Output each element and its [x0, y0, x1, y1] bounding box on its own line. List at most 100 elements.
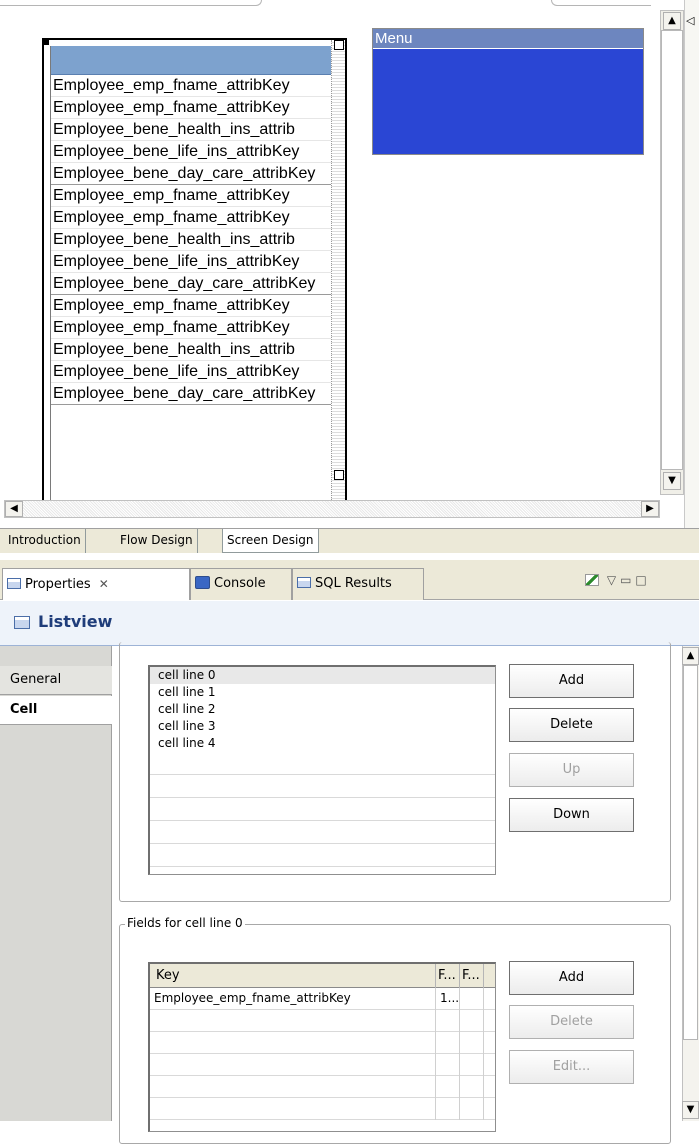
table-cell	[436, 1054, 460, 1076]
menu-widget[interactable]: Menu	[372, 28, 644, 155]
scroll-down-icon[interactable]: ▼	[682, 1101, 699, 1119]
cell-line-item[interactable]: cell line 0	[150, 667, 495, 684]
table-cell	[150, 1098, 436, 1120]
sql-results-icon	[297, 577, 311, 588]
column-key[interactable]: Key	[150, 964, 436, 988]
delete-field-button[interactable]: Delete	[509, 1005, 634, 1039]
editor-page-tabs: Introduction Flow Design Screen Design	[0, 528, 699, 553]
close-icon[interactable]: ✕	[99, 577, 109, 591]
properties-title: Listview	[38, 612, 113, 631]
property-sections: General Cell	[0, 646, 113, 1121]
scroll-down-icon[interactable]: ▼	[663, 472, 681, 490]
tab-introduction[interactable]: Introduction	[4, 529, 86, 553]
tab-screen-design[interactable]: Screen Design	[222, 529, 319, 553]
table-cell	[436, 1076, 460, 1098]
palette-strip: ◁	[684, 0, 699, 528]
scroll-left-icon[interactable]: ◀	[5, 501, 23, 517]
table-cell: 1...	[436, 988, 460, 1010]
listview-row[interactable]: Employee_emp_fname_attribKey	[51, 185, 340, 207]
listview-row[interactable]: Employee_emp_fname_attribKey	[51, 295, 340, 317]
pin-icon[interactable]	[585, 574, 599, 586]
console-icon	[195, 576, 210, 589]
tab-label: SQL Results	[315, 576, 392, 591]
cell-line-item[interactable]: cell line 3	[150, 718, 495, 735]
scroll-up-icon[interactable]: ▲	[663, 12, 681, 30]
listview-rows: Employee_emp_fname_attribKey Employee_emp…	[51, 75, 340, 405]
cell-line-item[interactable]: cell line 1	[150, 684, 495, 701]
move-down-button[interactable]: Down	[509, 798, 634, 832]
tab-flow-design[interactable]: Flow Design	[116, 529, 198, 553]
empty-list-row	[150, 844, 495, 867]
cell-lines-list[interactable]: cell line 0 cell line 1 cell line 2 cell li…	[148, 665, 496, 875]
canvas-divider	[551, 0, 651, 6]
listview-icon	[14, 616, 30, 629]
column-f2[interactable]: F...	[460, 964, 484, 988]
listview-row[interactable]: Employee_bene_life_ins_attribKey	[51, 141, 340, 163]
listview-header	[51, 46, 340, 75]
listview-row[interactable]: Employee_emp_fname_attribKey	[51, 317, 340, 339]
properties-scroll-thumb[interactable]	[683, 665, 698, 1040]
maximize-icon[interactable]: □	[635, 573, 650, 587]
listview-row[interactable]: Employee_bene_life_ins_attribKey	[51, 251, 340, 273]
listview-scrollbar[interactable]	[331, 40, 345, 500]
table-cell	[460, 1054, 484, 1076]
listview-row[interactable]: Employee_bene_day_care_attribKey	[51, 383, 340, 405]
listview-row[interactable]: Employee_bene_day_care_attribKey	[51, 163, 340, 185]
tab-label: Properties	[25, 577, 91, 592]
tab-properties[interactable]: Properties ✕	[2, 568, 190, 600]
table-cell	[150, 1076, 436, 1098]
table-cell: Employee_emp_fname_attribKey	[150, 988, 436, 1010]
listview-row[interactable]: Employee_emp_fname_attribKey	[51, 75, 340, 97]
listview-widget[interactable]: Employee_emp_fname_attribKey Employee_emp…	[42, 38, 347, 502]
resize-handle[interactable]	[334, 470, 344, 480]
add-field-button[interactable]: Add	[509, 961, 634, 995]
empty-table-row	[150, 1010, 495, 1032]
edit-field-button[interactable]: Edit...	[509, 1050, 634, 1084]
fields-table[interactable]: Key F... F... Employee_emp_fname_attribK…	[148, 962, 496, 1132]
empty-list-row	[150, 798, 495, 821]
resize-handle[interactable]	[334, 40, 344, 50]
menu-title: Menu	[373, 29, 643, 49]
listview-row[interactable]: Employee_emp_fname_attribKey	[51, 207, 340, 229]
add-cell-line-button[interactable]: Add	[509, 664, 634, 698]
tab-label: Console	[214, 576, 266, 591]
section-tab-cell[interactable]: Cell	[0, 696, 113, 725]
scroll-right-icon[interactable]: ▶	[641, 501, 659, 517]
tab-console[interactable]: Console	[190, 568, 292, 600]
table-row[interactable]: Employee_emp_fname_attribKey 1...	[150, 988, 495, 1010]
fields-table-header: Key F... F...	[150, 964, 495, 988]
table-cell	[436, 1032, 460, 1054]
section-tab-general[interactable]: General	[0, 666, 112, 695]
scroll-up-icon[interactable]: ▲	[682, 647, 699, 665]
canvas-divider	[0, 0, 262, 6]
editor-scroll-thumb[interactable]	[661, 30, 683, 470]
move-up-button[interactable]: Up	[509, 753, 634, 787]
listview-row[interactable]: Employee_emp_fname_attribKey	[51, 97, 340, 119]
view-toolbar: ▽▭□	[585, 573, 651, 593]
listview-row[interactable]: Employee_bene_life_ins_attribKey	[51, 361, 340, 383]
listview-row[interactable]: Employee_bene_health_ins_attrib	[51, 229, 340, 251]
table-cell	[150, 1032, 436, 1054]
empty-table-row	[150, 1098, 495, 1120]
column-f1[interactable]: F...	[436, 964, 460, 988]
fields-group-label: Fields for cell line 0	[125, 916, 245, 930]
editor-horizontal-scrollbar[interactable]	[4, 500, 660, 518]
cell-line-item[interactable]: cell line 2	[150, 701, 495, 718]
collapse-palette-icon[interactable]: ◁	[686, 14, 694, 27]
cell-section-content: cell line 0 cell line 1 cell line 2 cell li…	[112, 642, 682, 1144]
listview-row[interactable]: Employee_bene_day_care_attribKey	[51, 273, 340, 295]
cell-line-item[interactable]: cell line 4	[150, 735, 495, 752]
empty-list-row	[150, 775, 495, 798]
properties-icon	[7, 578, 21, 589]
table-cell	[436, 1098, 460, 1120]
empty-table-row	[150, 1032, 495, 1054]
delete-cell-line-button[interactable]: Delete	[509, 708, 634, 742]
listview-row[interactable]: Employee_bene_health_ins_attrib	[51, 339, 340, 361]
empty-table-row	[150, 1054, 495, 1076]
table-cell	[150, 1010, 436, 1032]
tab-sql-results[interactable]: SQL Results	[292, 568, 424, 600]
resize-handle[interactable]	[44, 40, 49, 45]
listview-row[interactable]: Employee_bene_health_ins_attrib	[51, 119, 340, 141]
minimize-icon[interactable]: ▭	[620, 573, 635, 587]
view-menu-icon[interactable]: ▽	[607, 573, 620, 587]
